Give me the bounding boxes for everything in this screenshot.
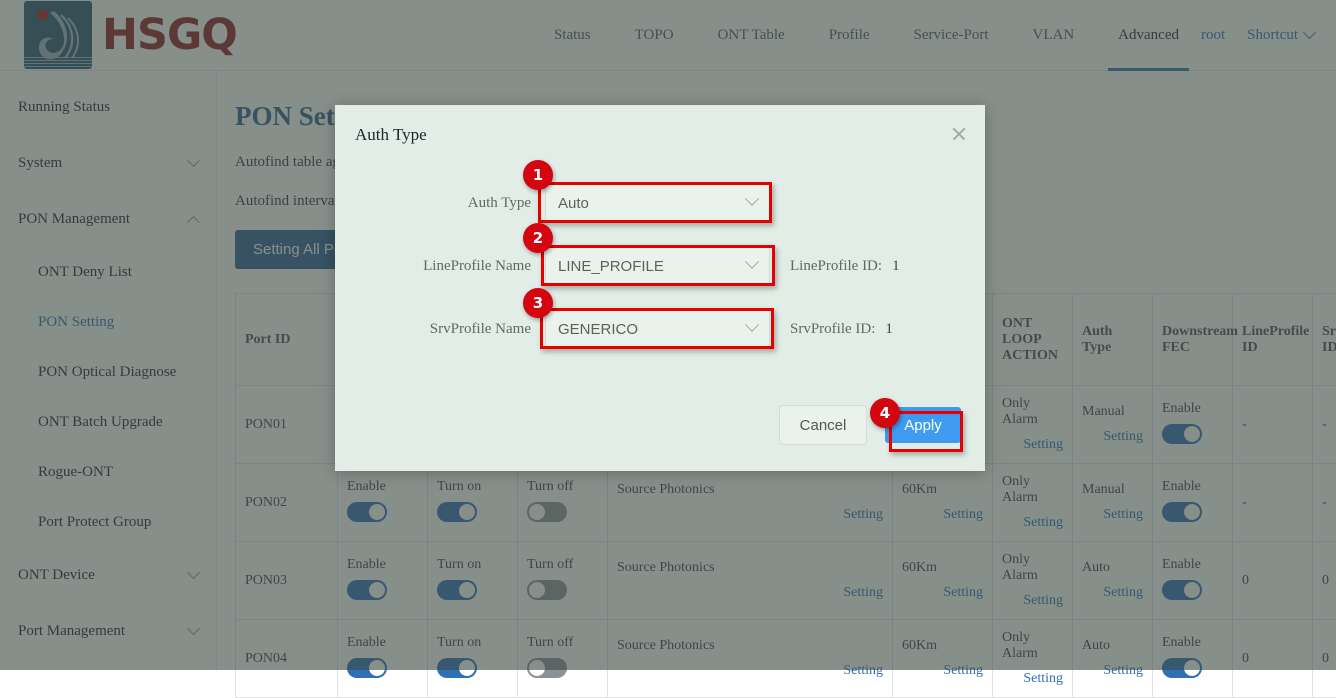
dialog-title: Auth Type — [335, 105, 985, 145]
srvprofile-name-label: SrvProfile Name — [335, 321, 545, 338]
close-icon[interactable] — [950, 125, 968, 143]
step-badge-1: 1 — [523, 160, 553, 190]
step-badge-3: 3 — [523, 288, 553, 318]
lineprofile-id-group: LineProfile ID:1 — [790, 258, 900, 275]
lineprofile-id-label: LineProfile ID: — [790, 258, 882, 274]
lineprofile-name-value: LINE_PROFILE — [558, 258, 747, 275]
auth-type-value: Auto — [558, 195, 747, 212]
cancel-button[interactable]: Cancel — [779, 405, 867, 445]
step-badge-2: 2 — [523, 223, 553, 253]
srvprofile-name-select[interactable]: GENERICO — [545, 309, 770, 349]
srvprofile-id-label: SrvProfile ID: — [790, 321, 875, 337]
field-row-srvprofile-name: SrvProfile Name GENERICO SrvProfile ID:1 — [335, 309, 985, 349]
loop-setting-link[interactable]: Setting — [1023, 671, 1063, 687]
auth-type-select[interactable]: Auto — [545, 183, 770, 223]
field-row-lineprofile-name: LineProfile Name LINE_PROFILE LineProfil… — [335, 246, 985, 286]
lineprofile-id-value: 1 — [882, 258, 900, 274]
lineprofile-name-select[interactable]: LINE_PROFILE — [545, 246, 770, 286]
lineprofile-name-label: LineProfile Name — [335, 258, 545, 275]
chevron-down-icon — [745, 192, 759, 206]
auth-type-label: Auth Type — [335, 195, 545, 212]
srvprofile-name-value: GENERICO — [558, 321, 747, 338]
srvprofile-id-group: SrvProfile ID:1 — [790, 321, 893, 338]
field-row-auth-type: Auth Type Auto — [335, 183, 985, 223]
srvprofile-id-value: 1 — [875, 321, 893, 337]
chevron-down-icon — [745, 255, 759, 269]
chevron-down-icon — [745, 318, 759, 332]
step-badge-4: 4 — [870, 398, 900, 428]
